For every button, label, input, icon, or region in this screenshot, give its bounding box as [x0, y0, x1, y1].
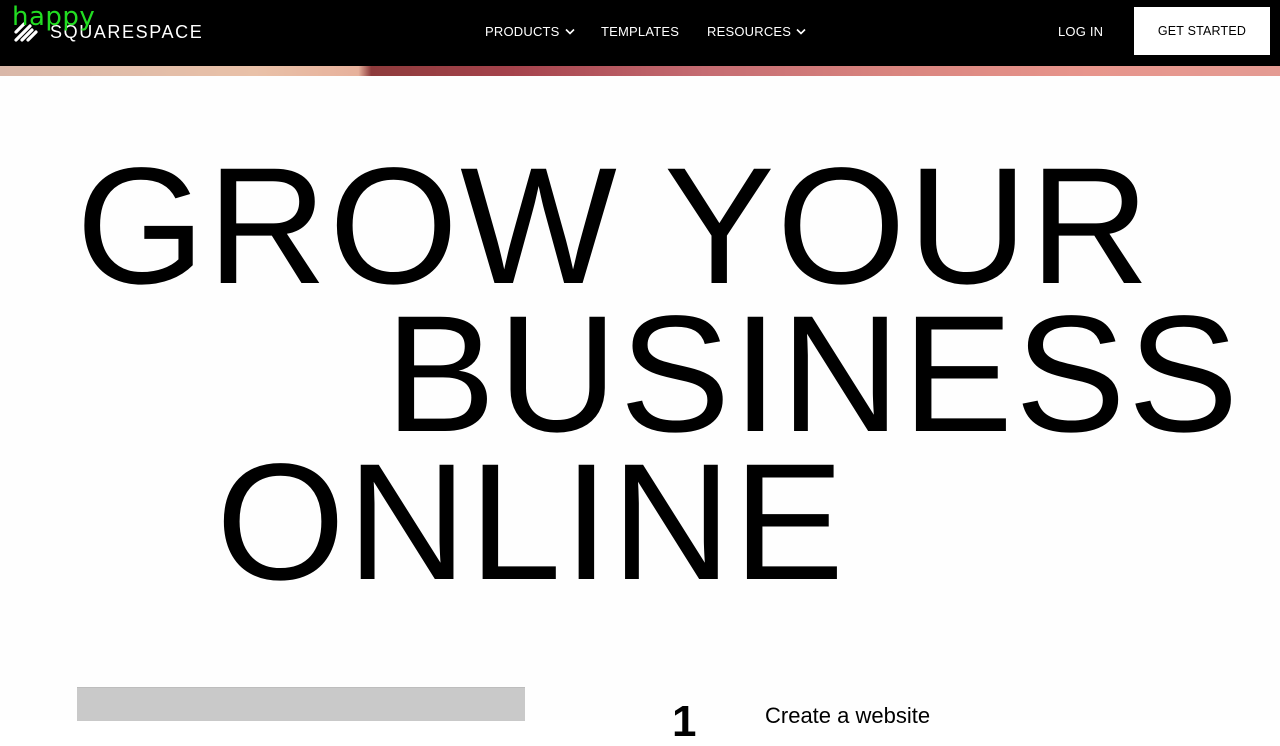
nav-item-label: RESOURCES: [707, 23, 792, 39]
log-in-link[interactable]: LOG IN: [1058, 22, 1103, 40]
feature-image-placeholder: [77, 687, 525, 721]
nav-item-label: TEMPLATES: [601, 23, 680, 39]
top-navigation-bar: SQUARESPACE PRODUCTS TEMPLATES RESOURCES…: [0, 0, 1280, 66]
nav-item-products[interactable]: PRODUCTS: [485, 22, 575, 40]
hero-image-strip: [0, 66, 1280, 76]
get-started-button[interactable]: GET STARTED: [1134, 7, 1270, 55]
step-number: 1: [672, 697, 697, 746]
watermark-text: happy: [12, 2, 96, 32]
step-title: Create a website: [765, 703, 931, 728]
nav-item-label: PRODUCTS: [485, 23, 560, 39]
hero-headline-line-3: ONLINE: [216, 430, 847, 615]
nav-item-resources[interactable]: RESOURCES: [707, 22, 806, 40]
chevron-down-icon: [796, 28, 806, 35]
chevron-down-icon: [564, 28, 575, 35]
nav-item-templates[interactable]: TEMPLATES: [601, 22, 679, 40]
